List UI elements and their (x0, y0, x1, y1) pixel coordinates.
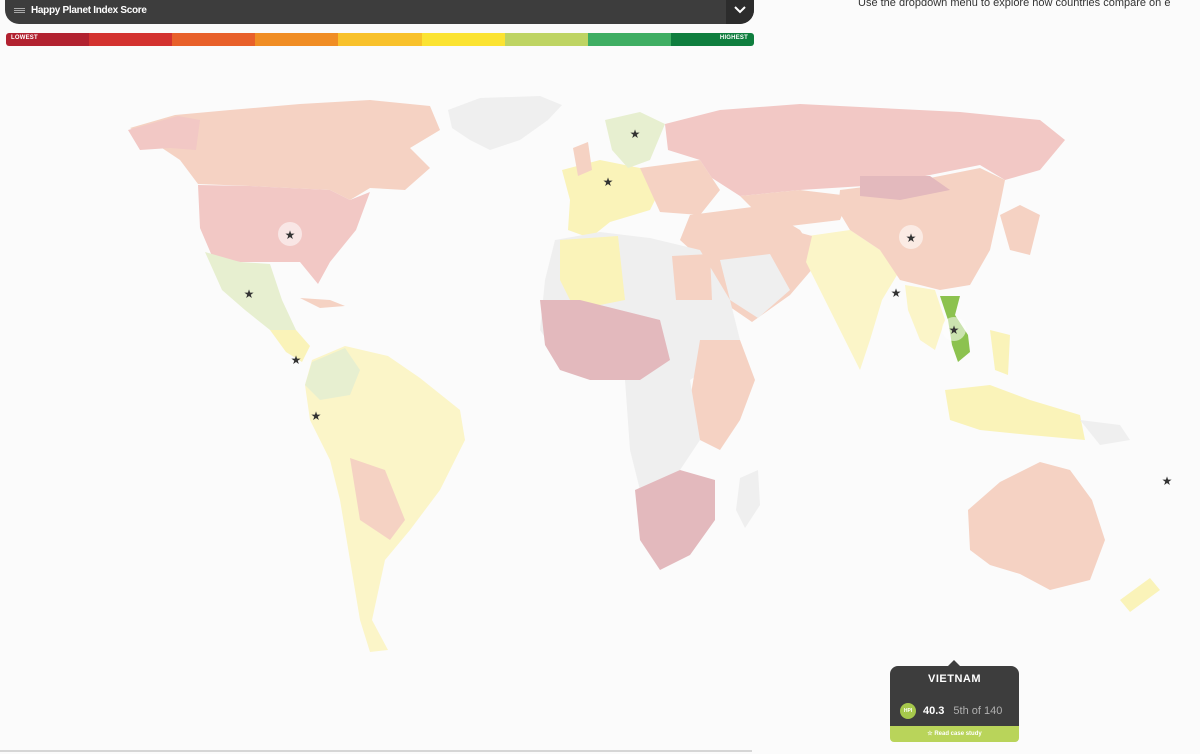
country-indonesia[interactable] (945, 385, 1085, 440)
country-myanmar-thailand[interactable] (905, 285, 945, 350)
legend-segment (172, 33, 256, 46)
dropdown-label: Happy Planet Index Score (31, 4, 147, 16)
country-egypt[interactable] (672, 254, 712, 300)
star-icon[interactable]: ★ (603, 175, 614, 189)
country-alaska[interactable] (128, 116, 200, 150)
star-icon[interactable]: ★ (891, 286, 902, 300)
bars-icon (14, 7, 25, 13)
country-southern-africa[interactable] (635, 470, 715, 570)
hpi-badge-icon: HPI (900, 703, 916, 719)
star-icon[interactable]: ★ (285, 228, 296, 242)
legend-segment (421, 33, 505, 46)
tooltip-score: 40.3 (923, 705, 945, 717)
legend-segment (89, 33, 173, 46)
country-algeria[interactable] (560, 236, 625, 310)
indicator-dropdown[interactable]: Happy Planet Index Score (5, 0, 754, 24)
tooltip-rank: 5th of 140 (953, 705, 1003, 717)
color-legend: LOWEST HIGHEST (6, 33, 754, 46)
star-icon[interactable]: ★ (311, 409, 322, 423)
instructions-text: Use the dropdown menu to explore how cou… (858, 0, 1171, 9)
star-icon[interactable]: ★ (244, 287, 255, 301)
star-icon[interactable]: ★ (291, 353, 302, 367)
country-madagascar[interactable] (736, 470, 760, 528)
legend-segment (504, 33, 588, 46)
legend-segment: LOWEST (6, 33, 90, 46)
star-icon[interactable]: ★ (630, 127, 641, 141)
chevron-down-icon (734, 6, 746, 14)
country-korea-japan[interactable] (1000, 205, 1040, 255)
tooltip-score-row: HPI 40.3 5th of 140 (890, 696, 1019, 726)
divider (0, 750, 752, 752)
legend-high-label: HIGHEST (719, 35, 748, 41)
country-east-africa[interactable] (690, 340, 755, 450)
legend-segment: HIGHEST (670, 33, 754, 46)
tooltip-country-name: VIETNAM (890, 666, 1019, 696)
country-png[interactable] (1080, 420, 1130, 445)
star-icon[interactable]: ★ (906, 231, 917, 245)
read-case-study-link[interactable]: ☆ Read case study (890, 726, 1019, 742)
legend-segment (587, 33, 671, 46)
legend-low-label: LOWEST (11, 35, 38, 41)
country-philippines[interactable] (990, 330, 1010, 375)
legend-segment (255, 33, 339, 46)
country-tooltip: VIETNAM HPI 40.3 5th of 140 ☆ Read case … (890, 660, 1019, 742)
star-icon[interactable]: ★ (1162, 474, 1173, 488)
tooltip-arrow (948, 660, 960, 666)
country-greenland[interactable] (448, 96, 562, 150)
world-map[interactable]: ★ ★ ★ ★ ★ ★ ★ ★ ★ ★ (0, 0, 1200, 754)
country-new-zealand[interactable] (1120, 578, 1160, 612)
legend-segment (338, 33, 422, 46)
country-cuba[interactable] (300, 298, 345, 308)
country-australia[interactable] (968, 462, 1105, 590)
country-canada[interactable] (130, 100, 440, 200)
star-icon[interactable]: ★ (949, 323, 960, 337)
